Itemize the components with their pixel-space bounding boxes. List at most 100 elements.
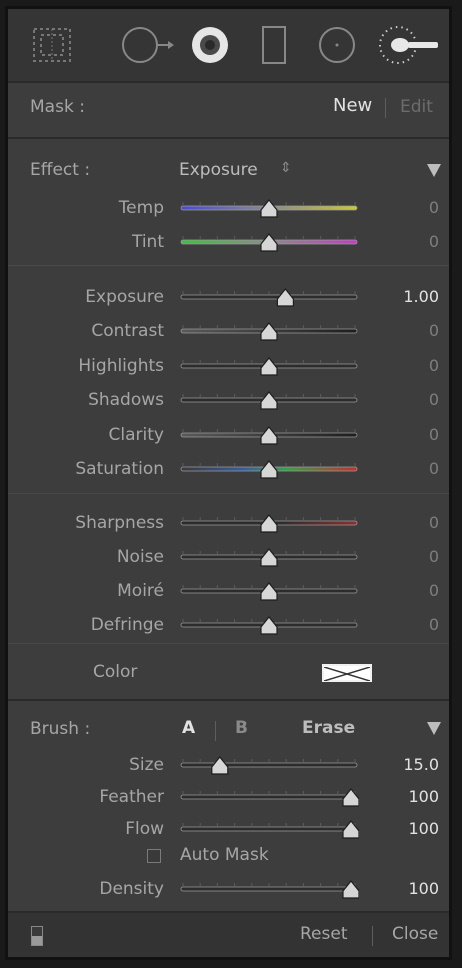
slider-track[interactable] xyxy=(179,580,359,602)
brush-b-button[interactable]: B xyxy=(235,718,248,738)
slider-value[interactable]: 15.0 xyxy=(403,748,439,782)
slider-row: Moiré 0 xyxy=(8,574,449,608)
slider-label: Exposure xyxy=(85,287,164,307)
slider-value[interactable]: 0 xyxy=(429,225,439,259)
slider-track[interactable] xyxy=(179,614,359,636)
brush-a-button[interactable]: A xyxy=(182,718,195,738)
slider-value[interactable]: 0 xyxy=(429,349,439,383)
tool-strip xyxy=(8,9,449,81)
spot-removal-icon[interactable] xyxy=(118,23,178,67)
slider-thumb xyxy=(260,356,278,376)
divider xyxy=(8,643,449,644)
auto-mask-label: Auto Mask xyxy=(180,845,269,865)
slider-thumb xyxy=(260,548,278,567)
slider-thumb xyxy=(260,582,278,601)
slider-thumb xyxy=(260,425,278,445)
slider-value[interactable]: 100 xyxy=(408,780,439,814)
slider-value[interactable]: 0 xyxy=(429,191,439,225)
slider-label: Moiré xyxy=(117,581,164,601)
brush-erase-button[interactable]: Erase xyxy=(302,718,355,738)
slider-value[interactable]: 0 xyxy=(429,452,439,486)
mask-label: Mask : xyxy=(30,97,85,117)
effect-preset-select[interactable]: Exposure xyxy=(179,160,258,180)
slider-label: Flow xyxy=(125,819,164,839)
slider-value[interactable]: 0 xyxy=(429,418,439,452)
slider-thumb xyxy=(260,199,278,218)
collapse-triangle-icon[interactable] xyxy=(427,722,441,735)
no-color-cross-icon xyxy=(323,666,371,682)
brush-label: Brush : xyxy=(30,719,91,739)
slider-track[interactable] xyxy=(179,512,359,534)
slider-thumb xyxy=(260,460,278,479)
slider-track[interactable] xyxy=(179,320,359,342)
slider-label: Tint xyxy=(131,232,164,252)
slider-thumb xyxy=(342,820,359,839)
local-adjustments-panel: Mask : New Edit Effect : Exposure ⇕ Temp… xyxy=(5,6,452,960)
slider-row: Tint 0 xyxy=(8,225,449,259)
color-label: Color xyxy=(93,662,138,682)
divider xyxy=(8,81,449,83)
slider-value[interactable]: 1.00 xyxy=(403,280,439,314)
slider-label: Noise xyxy=(116,547,164,567)
slider-row: Flow 100 xyxy=(8,812,449,846)
slider-value[interactable]: 0 xyxy=(429,314,439,348)
slider-label: Temp xyxy=(118,198,164,218)
slider-thumb xyxy=(260,616,278,635)
slider-value[interactable]: 0 xyxy=(429,383,439,417)
slider-row: Saturation 0 xyxy=(8,452,449,486)
collapse-triangle-icon[interactable] xyxy=(427,164,441,177)
graduated-filter-icon[interactable] xyxy=(28,23,76,67)
divider xyxy=(215,721,216,741)
slider-row: Sharpness 0 xyxy=(8,506,449,540)
radial-filter-icon[interactable] xyxy=(316,23,358,67)
slider-track[interactable] xyxy=(179,424,359,446)
mask-new-button[interactable]: New xyxy=(333,95,372,116)
adjustment-brush-icon[interactable] xyxy=(374,23,444,67)
slider-track[interactable] xyxy=(179,355,359,377)
slider-row: Exposure 1.00 xyxy=(8,280,449,314)
slider-label: Saturation xyxy=(75,459,164,479)
reset-button[interactable]: Reset xyxy=(300,924,348,944)
slider-track[interactable] xyxy=(179,818,359,840)
slider-value[interactable]: 0 xyxy=(429,540,439,574)
up-down-arrows-icon[interactable]: ⇕ xyxy=(280,160,292,176)
slider-row: Highlights 0 xyxy=(8,349,449,383)
slider-thumb xyxy=(342,880,359,899)
effect-label: Effect : xyxy=(30,160,91,180)
slider-label: Sharpness xyxy=(75,513,164,533)
slider-track[interactable] xyxy=(179,197,359,219)
slider-row: Feather 100 xyxy=(8,780,449,814)
red-eye-icon[interactable] xyxy=(186,23,234,67)
slider-row: Clarity 0 xyxy=(8,418,449,452)
slider-track[interactable] xyxy=(179,458,359,480)
color-swatch[interactable] xyxy=(322,664,372,682)
slider-track[interactable] xyxy=(179,754,359,776)
slider-track[interactable] xyxy=(179,389,359,411)
slider-track[interactable] xyxy=(179,878,359,900)
slider-value[interactable]: 100 xyxy=(408,812,439,846)
slider-track[interactable] xyxy=(179,231,359,253)
divider xyxy=(385,98,386,118)
slider-label: Size xyxy=(129,755,164,775)
slider-value[interactable]: 0 xyxy=(429,506,439,540)
panel-toggle-switch[interactable] xyxy=(31,926,43,946)
slider-label: Clarity xyxy=(108,424,164,445)
slider-value[interactable]: 0 xyxy=(429,608,439,642)
slider-row: Size 15.0 xyxy=(8,748,449,782)
slider-track[interactable] xyxy=(179,286,359,308)
slider-row: Shadows 0 xyxy=(8,383,449,417)
slider-value[interactable]: 100 xyxy=(408,872,439,906)
slider-value[interactable]: 0 xyxy=(429,574,439,608)
slider-thumb xyxy=(260,514,278,533)
slider-track[interactable] xyxy=(179,786,359,808)
divider xyxy=(8,137,449,139)
crop-icon[interactable] xyxy=(254,23,294,67)
close-button[interactable]: Close xyxy=(392,924,438,944)
divider xyxy=(372,926,373,946)
slider-track[interactable] xyxy=(179,546,359,568)
mask-edit-button[interactable]: Edit xyxy=(400,97,433,117)
auto-mask-checkbox[interactable] xyxy=(147,849,161,863)
slider-label: Highlights xyxy=(78,355,164,376)
divider xyxy=(8,265,449,266)
slider-row: Contrast 0 xyxy=(8,314,449,348)
